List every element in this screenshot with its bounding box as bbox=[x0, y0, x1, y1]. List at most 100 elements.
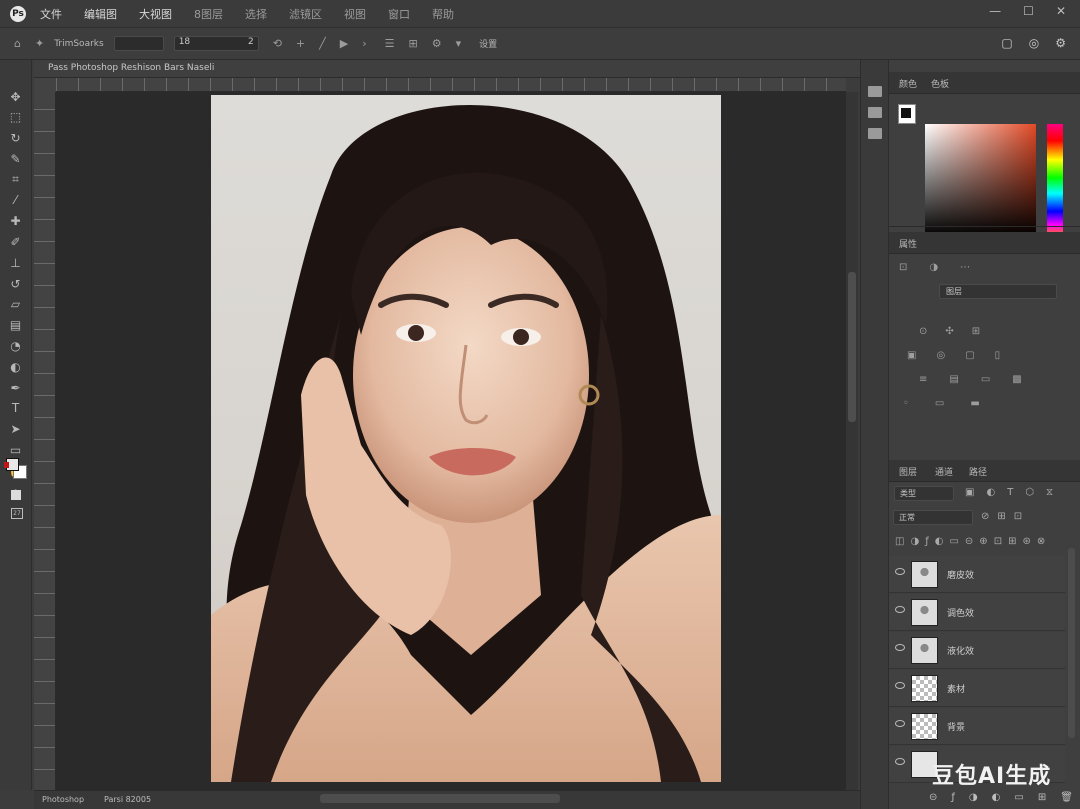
filter-type-icon[interactable]: T bbox=[1007, 487, 1013, 498]
vertical-scrollbar[interactable] bbox=[846, 92, 858, 790]
layer-new-icon[interactable]: ⊕ bbox=[979, 536, 987, 547]
horizontal-scroll-thumb[interactable] bbox=[320, 794, 560, 803]
layer-adjust-icon[interactable]: ◐ bbox=[935, 536, 944, 547]
blur-tool-icon[interactable]: ◔ bbox=[7, 338, 25, 355]
layer-copy-icon[interactable]: ⊡ bbox=[994, 536, 1002, 547]
brush-preview-field[interactable] bbox=[113, 36, 164, 51]
menu-help[interactable]: 帮助 bbox=[432, 6, 454, 22]
filter-pixel-icon[interactable]: ▣ bbox=[965, 487, 974, 498]
new-group-icon[interactable]: ▭ bbox=[1014, 792, 1023, 803]
opacity-icon[interactable]: ◦ bbox=[903, 398, 909, 409]
marquee-tool-icon[interactable]: ⬚ bbox=[7, 109, 25, 126]
mode-label[interactable]: 设置 bbox=[479, 37, 497, 50]
status-doc-info[interactable]: Parsi 82005 bbox=[104, 795, 151, 804]
color-panel-foreground-swatch[interactable] bbox=[901, 108, 911, 118]
layer-row[interactable]: 磨皮效 bbox=[889, 556, 1065, 593]
play-icon[interactable]: ▶ bbox=[340, 37, 348, 50]
menu-edit[interactable]: 编辑图 bbox=[84, 6, 117, 22]
properties-more-icon[interactable]: ⋯ bbox=[960, 262, 970, 273]
lock-position-icon[interactable]: ⊡ bbox=[1014, 511, 1022, 522]
lock-pixels-icon[interactable]: ⊞ bbox=[997, 511, 1005, 522]
filter-shape-icon[interactable]: ⬡ bbox=[1025, 487, 1034, 498]
close-button[interactable]: ✕ bbox=[1056, 4, 1066, 18]
tab-layers[interactable]: 图层 bbox=[899, 465, 917, 478]
layer-delete-icon[interactable]: ⊗ bbox=[1037, 536, 1045, 547]
app-logo-icon[interactable]: Ps bbox=[10, 5, 26, 22]
density-icon[interactable]: ▬ bbox=[970, 398, 979, 409]
lock-transparency-icon[interactable]: ⊘ bbox=[981, 511, 989, 522]
layer-row[interactable]: 液化效 bbox=[889, 632, 1065, 669]
healing-tool-icon[interactable]: ✚ bbox=[7, 213, 25, 230]
size-field[interactable]: 18 2 bbox=[173, 36, 259, 51]
dropdown-icon[interactable]: ▾ bbox=[456, 37, 462, 50]
layer-name[interactable]: 磨皮效 bbox=[947, 568, 974, 581]
gradient-tool-icon[interactable]: ▤ bbox=[7, 317, 25, 334]
visibility-eye-icon[interactable] bbox=[895, 758, 905, 765]
layer-link-icon[interactable]: ⊝ bbox=[965, 536, 973, 547]
screen-mode-icon[interactable]: 27 bbox=[11, 508, 23, 519]
history-brush-tool-icon[interactable]: ↺ bbox=[7, 275, 25, 292]
transform-grid-icon[interactable]: ⊞ bbox=[972, 326, 980, 337]
layers-scrollbar[interactable] bbox=[1068, 548, 1075, 738]
grid-icon[interactable]: ⊞ bbox=[409, 37, 418, 50]
align-icon[interactable]: ☰ bbox=[385, 37, 395, 50]
layer-group-icon[interactable]: ▭ bbox=[949, 536, 958, 547]
menu-filter[interactable]: 滤镜区 bbox=[289, 6, 322, 22]
layer-name[interactable]: 液化效 bbox=[947, 644, 974, 657]
layer-name[interactable]: 素材 bbox=[947, 682, 965, 695]
new-adjustment-icon[interactable]: ◐ bbox=[992, 792, 1001, 803]
shape-tool-icon[interactable]: ▭ bbox=[7, 442, 25, 459]
menu-window[interactable]: 窗口 bbox=[388, 6, 410, 22]
quick-select-tool-icon[interactable]: ✎ bbox=[7, 150, 25, 167]
chevron-right-icon[interactable]: › bbox=[362, 37, 366, 50]
minimize-button[interactable]: — bbox=[989, 4, 1001, 18]
swatches-panel-icon[interactable] bbox=[868, 107, 882, 118]
tool-preset-icon[interactable]: ✦ bbox=[35, 37, 44, 50]
layer-duplicate-icon[interactable]: ⊞ bbox=[1008, 536, 1016, 547]
dodge-tool-icon[interactable]: ◐ bbox=[7, 358, 25, 375]
tab-paths[interactable]: 路径 bbox=[969, 465, 987, 478]
layer-smart-icon[interactable]: ⊛ bbox=[1022, 536, 1030, 547]
visibility-eye-icon[interactable] bbox=[895, 606, 905, 613]
type-tool-icon[interactable]: T bbox=[7, 400, 25, 417]
lasso-tool-icon[interactable]: ↻ bbox=[7, 130, 25, 147]
layer-row[interactable]: 调色效 bbox=[889, 594, 1065, 631]
eyedropper-tool-icon[interactable]: ⁄ bbox=[7, 192, 25, 209]
transform-rotate-icon[interactable]: ⊙ bbox=[919, 326, 927, 337]
layer-style-icon[interactable]: ◫ bbox=[895, 536, 904, 547]
libraries-panel-icon[interactable] bbox=[868, 128, 882, 139]
adjust-curves-icon[interactable]: ▤ bbox=[949, 374, 958, 385]
crop-tool-icon[interactable]: ⌗ bbox=[7, 171, 25, 188]
transform-reference-icon[interactable]: ✣ bbox=[945, 326, 953, 337]
menu-view-large[interactable]: 大视图 bbox=[139, 6, 172, 22]
workspace-icon[interactable]: ⚙ bbox=[1055, 36, 1066, 50]
document-canvas[interactable] bbox=[211, 95, 721, 782]
filter-smart-icon[interactable]: ⧖ bbox=[1046, 487, 1053, 498]
menu-file[interactable]: 文件 bbox=[40, 6, 62, 22]
clone-stamp-tool-icon[interactable]: ⊥ bbox=[7, 254, 25, 271]
align-left-icon[interactable]: ▣ bbox=[907, 350, 916, 361]
vertical-ruler[interactable] bbox=[34, 92, 56, 792]
document-tab[interactable]: Pass Photoshop Reshison Bars Naseli bbox=[34, 60, 860, 78]
brush-tool-icon[interactable]: ✐ bbox=[7, 234, 25, 251]
adjust-fill-icon[interactable]: ▩ bbox=[1012, 374, 1021, 385]
move-tool-icon[interactable]: ✥ bbox=[7, 88, 25, 105]
search-icon[interactable]: ◎ bbox=[1029, 36, 1039, 50]
home-icon[interactable]: ⌂ bbox=[14, 37, 21, 50]
horizontal-ruler[interactable] bbox=[56, 78, 846, 92]
swap-colors-icon[interactable] bbox=[4, 462, 9, 468]
filter-adjust-icon[interactable]: ◐ bbox=[986, 487, 995, 498]
layer-row[interactable]: 背景 bbox=[889, 708, 1065, 745]
tool-preset-label[interactable]: TrimSoarks bbox=[54, 39, 103, 49]
menu-view[interactable]: 视图 bbox=[344, 6, 366, 22]
visibility-eye-icon[interactable] bbox=[895, 644, 905, 651]
delete-layer-icon[interactable]: 🗑 bbox=[1060, 792, 1073, 803]
eraser-tool-icon[interactable]: ▱ bbox=[7, 296, 25, 313]
add-style-icon[interactable]: ƒ bbox=[951, 792, 955, 803]
layer-fx-icon[interactable]: ƒ bbox=[925, 536, 929, 547]
layer-name[interactable]: 调色效 bbox=[947, 606, 974, 619]
tab-properties[interactable]: 属性 bbox=[899, 237, 917, 250]
pen-pressure-icon[interactable]: ╱ bbox=[319, 37, 326, 50]
visibility-eye-icon[interactable] bbox=[895, 568, 905, 575]
align-distribute-icon[interactable]: ▯ bbox=[995, 350, 1001, 361]
